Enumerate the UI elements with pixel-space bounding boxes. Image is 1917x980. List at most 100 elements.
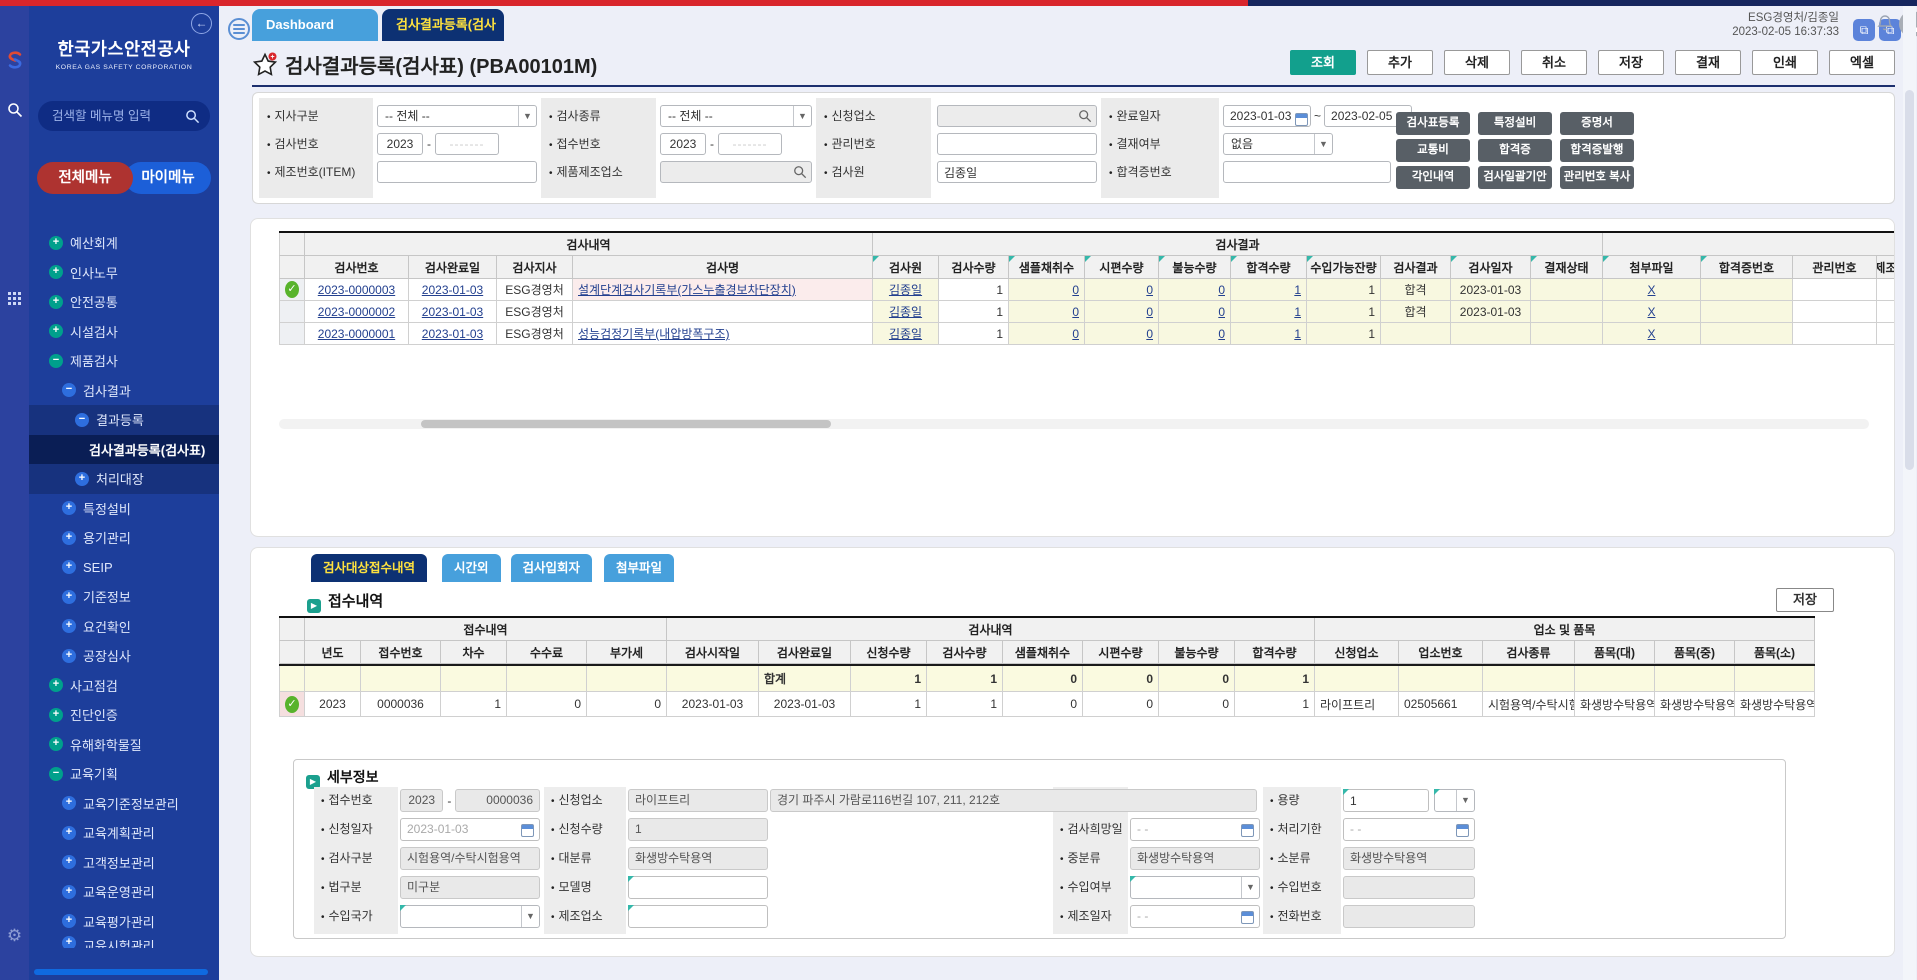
column-header-시편수량[interactable]: 시편수량 [1085, 256, 1159, 279]
모델명-input[interactable] [628, 876, 768, 899]
sidebar-item-교육계획관리[interactable]: +교육계획관리 [29, 818, 219, 848]
calendar-icon[interactable] [1295, 113, 1308, 126]
plus-circle-icon[interactable]: + [49, 678, 63, 692]
lower-tab-검사입회자[interactable]: 검사입회자 [511, 554, 593, 582]
sidebar-item-교육기획[interactable]: −교육기획 [29, 759, 219, 789]
filter-field-관리번호[interactable] [937, 133, 1097, 155]
plus-circle-icon[interactable]: + [62, 885, 76, 899]
신청업소-input[interactable] [937, 105, 1097, 127]
처리기한-date-input[interactable]: - - [1343, 818, 1475, 841]
합격증번호-input[interactable] [1223, 161, 1391, 183]
sidebar-item-검사결과등록(검사표)[interactable]: 검사결과등록(검사표) [29, 435, 219, 465]
column-header-합격수량[interactable]: 합격수량 [1235, 641, 1315, 664]
toolbar-button-저장[interactable]: 저장 [1598, 50, 1664, 75]
plus-circle-icon[interactable]: + [75, 472, 89, 486]
관리번호-input[interactable] [937, 133, 1097, 155]
minus-circle-icon[interactable]: − [62, 383, 76, 397]
detail-field-수입여부[interactable]: ▼ [1130, 876, 1260, 899]
rail-search-icon[interactable] [0, 102, 29, 121]
toolbar-button-결재[interactable]: 결재 [1675, 50, 1741, 75]
신청일자-date-input[interactable]: 2023-01-03 [400, 818, 540, 841]
link-합격수량[interactable]: 1 [1294, 305, 1301, 319]
sidebar-item-결과등록[interactable]: −결과등록 [29, 405, 219, 435]
my-menu-button[interactable]: 마이메뉴 [125, 162, 211, 194]
column-header-불능수량[interactable]: 불능수량 [1159, 256, 1231, 279]
column-header-불능수량[interactable]: 불능수량 [1159, 641, 1235, 664]
date-from-input[interactable]: 2023-01-03 [1223, 105, 1311, 127]
link-검사명[interactable]: 설계단계검사기록부(가스누출경보차단장치) [578, 281, 796, 298]
open-window-icon[interactable]: ⧉ [1853, 19, 1875, 41]
sidebar-item-시설검사[interactable]: +시설검사 [29, 317, 219, 347]
용량-input[interactable] [1343, 789, 1429, 812]
filter-field-제품제조업소[interactable] [660, 161, 812, 183]
search-icon[interactable] [793, 165, 807, 179]
link-불능수량[interactable]: 0 [1218, 305, 1225, 319]
lower-tab-시간외[interactable]: 시간외 [442, 554, 501, 582]
plus-circle-icon[interactable]: + [49, 737, 63, 751]
save-button[interactable]: 저장 [1776, 588, 1834, 612]
detail-field-중분류[interactable]: 화생방수탁용역 [1130, 847, 1260, 870]
toolbar-button-엑셀[interactable]: 엑셀 [1829, 50, 1895, 75]
minus-circle-icon[interactable]: − [49, 767, 63, 781]
row-select-cell[interactable] [279, 301, 305, 323]
link-검사번호[interactable]: 2023-0000003 [318, 283, 395, 297]
plus-circle-icon[interactable]: + [49, 324, 63, 338]
calendar-icon[interactable] [1456, 824, 1469, 837]
action-button-관리번호 복사[interactable]: 관리번호 복사 [1560, 166, 1634, 189]
sidebar-item-제품검사[interactable]: −제품검사 [29, 346, 219, 376]
detail-field-대분류[interactable]: 화생방수탁용역 [628, 847, 768, 870]
plus-circle-icon[interactable]: + [49, 265, 63, 279]
link-첨부파일[interactable]: X [1647, 305, 1655, 319]
sidebar-item-처리대장[interactable]: +처리대장 [29, 464, 219, 494]
link-합격수량[interactable]: 1 [1294, 283, 1301, 297]
lower-tab-첨부파일[interactable]: 첨부파일 [604, 554, 674, 582]
접수번호-year-input[interactable] [660, 133, 706, 155]
column-header-시편수량[interactable]: 시편수량 [1083, 641, 1159, 664]
link-검사번호[interactable]: 2023-0000001 [318, 327, 395, 341]
menu-search-icon[interactable] [185, 109, 200, 124]
link-시편수량[interactable]: 0 [1146, 305, 1153, 319]
favorite-star-icon[interactable]: + [252, 52, 278, 78]
tab-inspection-result[interactable]: 검사결과등록(검사× [382, 9, 504, 41]
column-header-검사종류[interactable]: 검사종류 [1483, 641, 1575, 664]
column-header-검사시작일[interactable]: 검사시작일 [667, 641, 759, 664]
all-menu-button[interactable]: 전체메뉴 [37, 162, 133, 194]
calendar-icon[interactable] [1241, 824, 1254, 837]
filter-field-검사번호[interactable]: - [377, 133, 537, 155]
filter-field-검사원[interactable] [937, 161, 1097, 183]
link-검사원[interactable]: 김종일 [889, 325, 922, 342]
column-header-검사수량[interactable]: 검사수량 [939, 256, 1009, 279]
detail-field-용량[interactable]: ▼ [1343, 789, 1475, 812]
link-첨부파일[interactable]: X [1647, 327, 1655, 341]
column-header-검사수량[interactable]: 검사수량 [927, 641, 1003, 664]
detail-field-전화번호[interactable] [1343, 905, 1475, 928]
detail-field-신청수량[interactable]: 1 [628, 818, 768, 841]
plus-circle-icon[interactable]: + [62, 619, 76, 633]
plus-circle-icon[interactable]: + [62, 796, 76, 810]
link-검사번호[interactable]: 2023-0000002 [318, 305, 395, 319]
link-검사완료일[interactable]: 2023-01-03 [422, 327, 483, 341]
column-header-품목(중)[interactable]: 품목(중) [1655, 641, 1735, 664]
제조일자-date-input[interactable]: - - [1130, 905, 1260, 928]
settings-gear-icon[interactable]: ⚙ [0, 926, 29, 946]
column-header-부가세[interactable]: 부가세 [587, 641, 667, 664]
column-header-수수료[interactable]: 수수료 [507, 641, 587, 664]
sidebar-item-예산회계[interactable]: +예산회계 [29, 228, 219, 258]
calendar-icon[interactable] [1241, 911, 1254, 924]
plus-circle-icon[interactable]: + [62, 590, 76, 604]
link-합격수량[interactable]: 1 [1294, 327, 1301, 341]
검사희망일-date-input[interactable]: - - [1130, 818, 1260, 841]
sidebar-item-진단인증[interactable]: +진단인증 [29, 700, 219, 730]
filter-field-접수번호[interactable]: - [660, 133, 812, 155]
detail-field-신청업소[interactable]: 라이프트리 [628, 789, 768, 812]
detail-field-모델명[interactable] [628, 876, 768, 899]
search-icon[interactable] [1078, 109, 1092, 123]
용량-unit-select[interactable]: ▼ [1434, 789, 1475, 812]
column-header-신청수량[interactable]: 신청수량 [851, 641, 927, 664]
sidebar-item-용기관리[interactable]: +용기관리 [29, 523, 219, 553]
detail-field-제조업소[interactable] [628, 905, 768, 928]
sidebar-item-교육운영관리[interactable]: +교육운영관리 [29, 877, 219, 907]
horizontal-scrollbar[interactable] [279, 419, 1869, 429]
column-header-샘플채취수[interactable]: 샘플채취수 [1009, 256, 1085, 279]
link-검사완료일[interactable]: 2023-01-03 [422, 305, 483, 319]
